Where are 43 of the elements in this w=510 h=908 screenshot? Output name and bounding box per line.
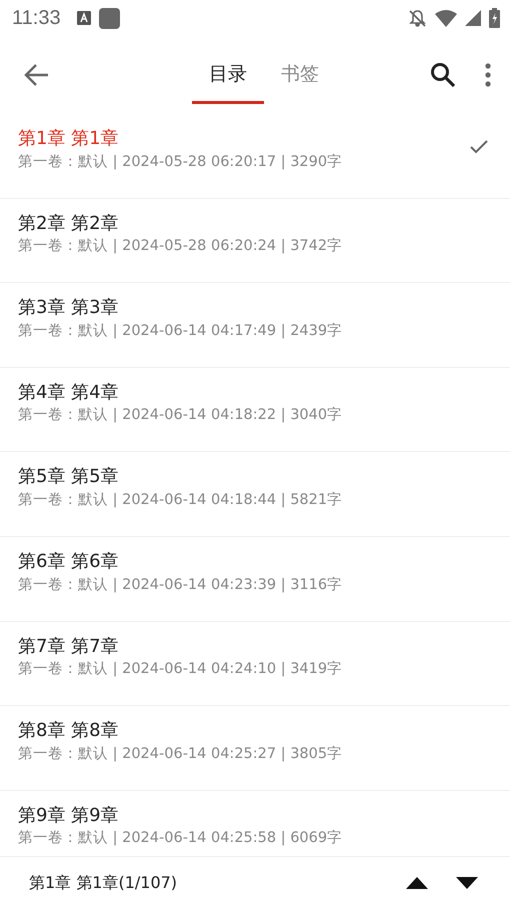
chapter-item[interactable]: 第8章 第8章 第一卷：默认 | 2024-06-14 04:25:27 | 3805字 xyxy=(0,706,510,791)
check-icon xyxy=(470,140,488,154)
chapter-title: 第1章 第1章 xyxy=(18,128,120,150)
chapter-title: 第7章 第7章 xyxy=(18,636,120,658)
signal-icon xyxy=(465,10,481,26)
chapter-title: 第2章 第2章 xyxy=(18,212,120,234)
chapter-item[interactable]: 第2章 第2章 第一卷：默认 | 2024-05-28 06:20:24 | 3742字 xyxy=(0,198,510,284)
chapter-item[interactable]: 第1章 第1章 第一卷：默认 | 2024-05-28 06:20:17 | 3290字 xyxy=(0,114,510,199)
chapter-info: 第一卷：默认 | 2024-06-14 04:18:22 | 3040字 xyxy=(18,406,342,426)
chapter-info: 第一卷：默认 | 2024-06-14 04:23:39 | 3116字 xyxy=(18,576,342,594)
chapter-item[interactable]: 第6章 第6章 第一卷：默认 | 2024-06-14 04:23:39 | 3116字 xyxy=(0,536,510,622)
scroll-down-button[interactable] xyxy=(456,876,478,888)
chapter-item[interactable]: 第5章 第5章 第一卷：默认 | 2024-06-14 04:18:44 | 5821字 xyxy=(0,452,510,537)
chapter-item[interactable]: 第7章 第7章 第一卷：默认 | 2024-06-14 04:24:10 | 3419字 xyxy=(0,622,510,706)
chapter-title: 第4章 第4章 xyxy=(18,382,120,404)
tab[interactable]: 目录 xyxy=(192,46,264,104)
chapter-info: 第一卷：默认 | 2024-06-14 04:24:10 | 3419字 xyxy=(18,660,342,679)
tab[interactable]: 书签 xyxy=(264,46,336,104)
more-button[interactable] xyxy=(484,62,492,88)
scroll-up-button[interactable] xyxy=(406,876,428,888)
back-button[interactable] xyxy=(24,63,50,87)
battery-icon xyxy=(489,8,500,28)
chapter-item[interactable]: 第4章 第4章 第一卷：默认 | 2024-06-14 04:18:22 | 3040字 xyxy=(0,368,510,452)
app-icon xyxy=(98,8,120,28)
chapter-item[interactable]: 第9章 第9章 第一卷：默认 | 2024-06-14 04:25:58 | 6069字 xyxy=(0,790,510,856)
chapter-title: 第6章 第6章 xyxy=(18,550,120,573)
chapter-info: 第一卷：默认 | 2024-06-14 04:17:49 | 2439字 xyxy=(18,322,342,341)
bell-off-icon xyxy=(408,8,427,28)
notification-icon xyxy=(76,10,91,26)
chapter-title: 第5章 第5章 xyxy=(18,466,120,488)
chapter-title: 第9章 第9章 xyxy=(18,804,120,826)
wifi-icon xyxy=(435,10,457,26)
chapter-info: 第一卷：默认 | 2024-05-28 06:20:24 | 3742字 xyxy=(18,237,342,256)
status-time: 11:33 xyxy=(12,6,61,31)
chapter-info: 第一卷：默认 | 2024-06-14 04:18:44 | 5821字 xyxy=(18,490,342,510)
chapter-info: 第一卷：默认 | 2024-06-14 04:25:58 | 6069字 xyxy=(18,829,342,848)
current-chapter-label: 第1章 第1章(1/107) xyxy=(29,872,178,894)
chapter-title: 第3章 第3章 xyxy=(18,297,120,319)
chapter-info: 第一卷：默认 | 2024-06-14 04:25:27 | 3805字 xyxy=(18,744,342,764)
search-button[interactable] xyxy=(430,62,456,88)
chapter-title: 第8章 第8章 xyxy=(18,720,120,742)
chapter-info: 第一卷：默认 | 2024-05-28 06:20:17 | 3290字 xyxy=(18,152,342,172)
chapter-item[interactable]: 第3章 第3章 第一卷：默认 | 2024-06-14 04:17:49 | 2439字 xyxy=(0,283,510,368)
